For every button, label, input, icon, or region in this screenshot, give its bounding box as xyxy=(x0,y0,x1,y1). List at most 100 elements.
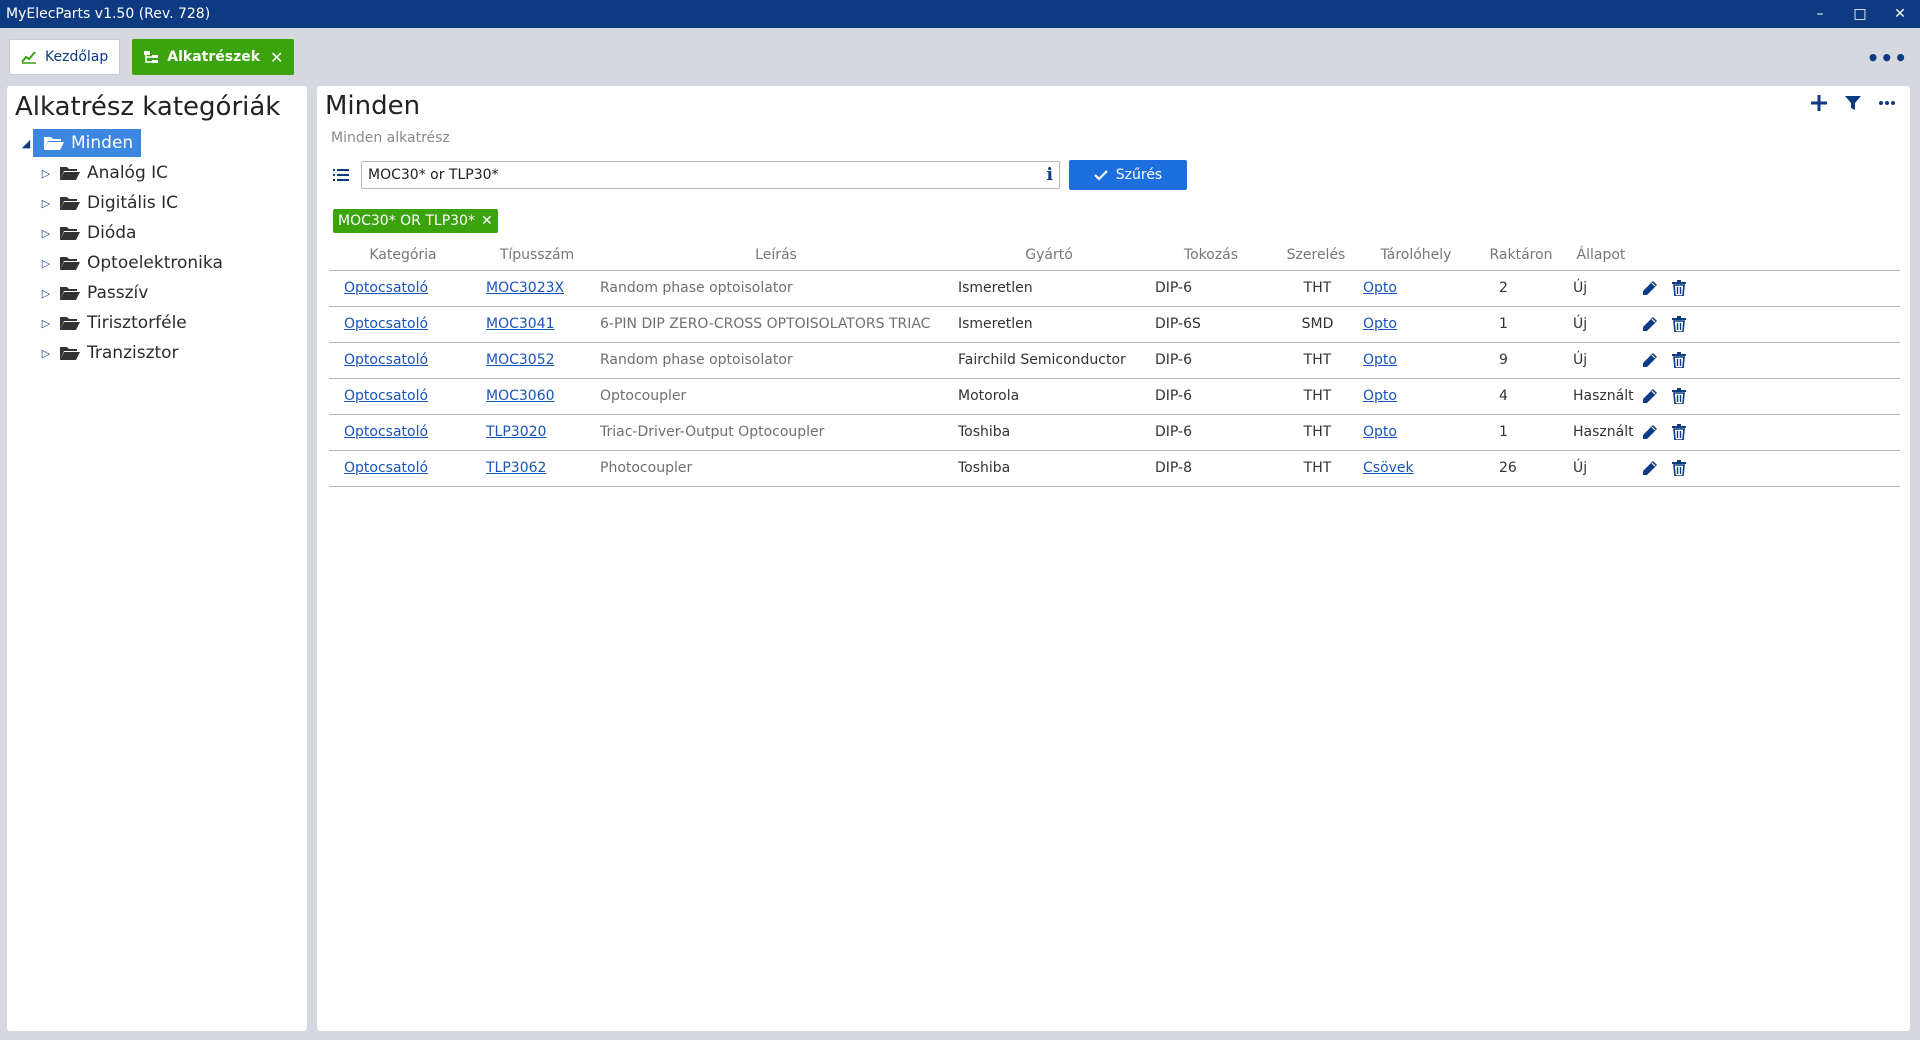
collapse-arrow-icon[interactable]: ◢ xyxy=(19,137,33,150)
trash-icon[interactable] xyxy=(1672,280,1686,296)
category-link[interactable]: Optocsatoló xyxy=(344,316,428,332)
table-row: Optocsatoló MOC3023X Random phase optois… xyxy=(329,270,1900,307)
parts-panel: Minden Minden alkatrész MOC30* or TLP30*… xyxy=(317,86,1910,1031)
condition-cell: Használt xyxy=(1563,378,1639,415)
search-input-value: MOC30* or TLP30* xyxy=(368,167,499,183)
folder-open-icon xyxy=(59,255,81,271)
tree-item-digital-ic[interactable]: ▷ Digitális IC xyxy=(7,188,307,218)
tree-item-dioda[interactable]: ▷ Dióda xyxy=(7,218,307,248)
title-bar: MyElecParts v1.50 (Rev. 728) – □ ✕ xyxy=(0,0,1920,28)
row-actions xyxy=(1642,316,1900,332)
part-number-link[interactable]: MOC3052 xyxy=(486,352,555,368)
column-header[interactable]: Szerelés xyxy=(1279,241,1353,271)
edit-icon[interactable] xyxy=(1642,460,1658,476)
tree-item-analog-ic[interactable]: ▷ Analóg IC xyxy=(7,158,307,188)
category-link[interactable]: Optocsatoló xyxy=(344,460,428,476)
column-header[interactable]: Leírás xyxy=(597,241,955,271)
category-panel: Alkatrész kategóriák ◢ Minden ▷ Analóg I… xyxy=(7,86,307,1031)
trash-icon[interactable] xyxy=(1672,352,1686,368)
storage-link[interactable]: Opto xyxy=(1363,388,1397,404)
category-link[interactable]: Optocsatoló xyxy=(344,424,428,440)
tree-item-label: Optoelektronika xyxy=(87,253,223,273)
column-header[interactable]: Tárolóhely xyxy=(1353,241,1479,271)
column-header[interactable]: Állapot xyxy=(1563,241,1639,271)
maximize-icon[interactable]: □ xyxy=(1840,0,1880,28)
tree-item-passziv[interactable]: ▷ Passzív xyxy=(7,278,307,308)
expand-arrow-icon[interactable]: ▷ xyxy=(39,317,53,330)
table-header-row: Kategória Típusszám Leírás Gyártó Tokozá… xyxy=(329,241,1900,271)
expand-arrow-icon[interactable]: ▷ xyxy=(39,287,53,300)
expand-arrow-icon[interactable]: ▷ xyxy=(39,257,53,270)
folder-open-icon xyxy=(59,225,81,241)
storage-link[interactable]: Opto xyxy=(1363,424,1397,440)
description-cell: Random phase optoisolator xyxy=(597,270,955,307)
more-icon[interactable] xyxy=(1878,100,1896,106)
column-header[interactable]: Tokozás xyxy=(1143,241,1279,271)
search-input[interactable]: MOC30* or TLP30* i xyxy=(361,161,1060,189)
manufacturer-cell: Motorola xyxy=(955,378,1143,415)
storage-link[interactable]: Csövek xyxy=(1363,460,1414,476)
package-cell: DIP-8 xyxy=(1143,450,1279,487)
tree-item-label: Analóg IC xyxy=(87,163,169,183)
column-header-actions xyxy=(1639,241,1900,271)
folder-open-icon xyxy=(43,135,65,151)
info-icon[interactable]: i xyxy=(1047,165,1053,185)
row-actions xyxy=(1642,460,1900,476)
tree-item-root[interactable]: ◢ Minden xyxy=(7,128,307,158)
table-row: Optocsatoló MOC3060 Optocoupler Motorola… xyxy=(329,378,1900,415)
storage-link[interactable]: Opto xyxy=(1363,352,1397,368)
storage-link[interactable]: Opto xyxy=(1363,280,1397,296)
mounting-cell: THT xyxy=(1279,270,1353,307)
trash-icon[interactable] xyxy=(1672,424,1686,440)
column-header[interactable]: Típusszám xyxy=(477,241,597,271)
tab-home[interactable]: Kezdőlap xyxy=(9,39,121,75)
expand-arrow-icon[interactable]: ▷ xyxy=(39,167,53,180)
tree-item-optoelektronika[interactable]: ▷ Optoelektronika xyxy=(7,248,307,278)
tree-item-selected[interactable]: Minden xyxy=(33,129,142,157)
column-header[interactable]: Gyártó xyxy=(955,241,1143,271)
expand-arrow-icon[interactable]: ▷ xyxy=(39,227,53,240)
mounting-cell: SMD xyxy=(1279,306,1353,343)
storage-link[interactable]: Opto xyxy=(1363,316,1397,332)
edit-icon[interactable] xyxy=(1642,316,1658,332)
stock-cell: 9 xyxy=(1479,342,1563,379)
expand-arrow-icon[interactable]: ▷ xyxy=(39,347,53,360)
trash-icon[interactable] xyxy=(1672,460,1686,476)
part-number-link[interactable]: TLP3062 xyxy=(486,460,546,476)
table-row: Optocsatoló MOC3041 6-PIN DIP ZERO-CROSS… xyxy=(329,306,1900,343)
tree-item-tirisztorfele[interactable]: ▷ Tirisztorféle xyxy=(7,308,307,338)
folder-open-icon xyxy=(59,285,81,301)
expand-arrow-icon[interactable]: ▷ xyxy=(39,197,53,210)
row-actions xyxy=(1642,352,1900,368)
edit-icon[interactable] xyxy=(1642,424,1658,440)
active-filter-chip: MOC30* OR TLP30* ✕ xyxy=(333,209,498,233)
trash-icon[interactable] xyxy=(1672,316,1686,332)
tree-item-tranzisztor[interactable]: ▷ Tranzisztor xyxy=(7,338,307,368)
close-tab-icon[interactable]: ✕ xyxy=(270,48,283,67)
more-icon[interactable]: ••• xyxy=(1867,46,1908,70)
remove-filter-icon[interactable]: ✕ xyxy=(481,213,493,229)
filter-icon[interactable] xyxy=(1844,94,1862,112)
table-row: Optocsatoló MOC3052 Random phase optoiso… xyxy=(329,342,1900,379)
trash-icon[interactable] xyxy=(1672,388,1686,404)
edit-icon[interactable] xyxy=(1642,388,1658,404)
column-header[interactable]: Raktáron xyxy=(1479,241,1563,271)
category-link[interactable]: Optocsatoló xyxy=(344,280,428,296)
add-icon[interactable] xyxy=(1810,94,1828,112)
category-link[interactable]: Optocsatoló xyxy=(344,352,428,368)
condition-cell: Új xyxy=(1563,342,1639,379)
part-number-link[interactable]: MOC3023X xyxy=(486,280,564,296)
part-number-link[interactable]: TLP3020 xyxy=(486,424,546,440)
description-cell: Optocoupler xyxy=(597,378,955,415)
edit-icon[interactable] xyxy=(1642,280,1658,296)
list-icon[interactable] xyxy=(333,168,355,182)
column-header[interactable]: Kategória xyxy=(329,241,477,271)
part-number-link[interactable]: MOC3060 xyxy=(486,388,555,404)
close-icon[interactable]: ✕ xyxy=(1880,0,1920,28)
edit-icon[interactable] xyxy=(1642,352,1658,368)
part-number-link[interactable]: MOC3041 xyxy=(486,316,555,332)
tab-parts[interactable]: Alkatrészek ✕ xyxy=(132,39,295,75)
filter-button[interactable]: Szűrés xyxy=(1069,160,1187,190)
minimize-icon[interactable]: – xyxy=(1800,0,1840,28)
category-link[interactable]: Optocsatoló xyxy=(344,388,428,404)
